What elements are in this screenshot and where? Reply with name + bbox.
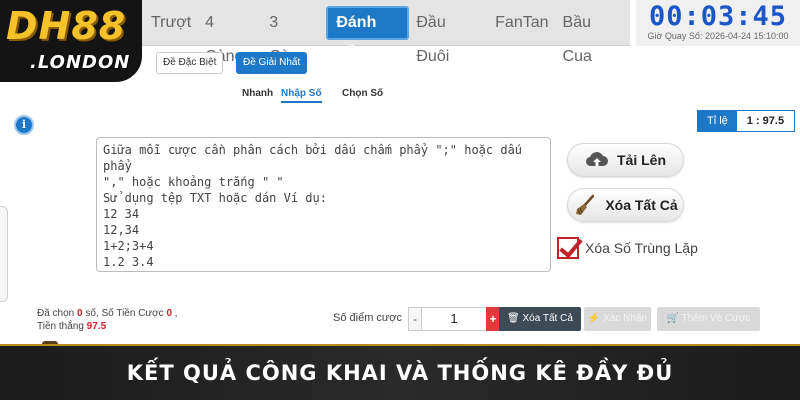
clear-all-label: Xóa Tất Cả bbox=[605, 197, 678, 213]
selected-prefix: Đã chọn bbox=[37, 308, 75, 319]
points-stepper: - 1 + bbox=[408, 307, 500, 331]
info-icon[interactable]: i bbox=[14, 115, 34, 135]
tab-4-cang[interactable]: 4 Càng bbox=[198, 6, 262, 65]
odds-value: 1 : 97.5 bbox=[736, 111, 795, 131]
odds-display: Tỉ lệ 1 : 97.5 bbox=[697, 110, 796, 132]
cloud-upload-icon bbox=[585, 149, 609, 171]
selected-count: 0 bbox=[77, 308, 83, 319]
decrement-button[interactable]: - bbox=[408, 307, 422, 331]
win-label: Tiền thắng bbox=[37, 321, 84, 332]
clear-all-button[interactable]: Xóa Tất Cả bbox=[567, 188, 684, 222]
tab-bau-cua[interactable]: Bầu Cua bbox=[556, 6, 630, 65]
bet-summary: Đã chọn 0 số, Số Tiền Cược 0 , Tiền thắn… bbox=[37, 307, 178, 333]
bolt-icon: ⚡ bbox=[587, 313, 601, 324]
tab-fantan[interactable]: FanTan bbox=[488, 6, 555, 40]
add-ticket-button[interactable]: 🛒 Thêm Vé Cược bbox=[657, 307, 760, 331]
countdown-timer: 00:03:45 bbox=[648, 1, 788, 32]
game-type-nav: Trượt 4 Càng 3 Càng Đánh Đề Đầu Đuôi Fan… bbox=[142, 0, 630, 65]
mode-tab-nhap-so[interactable]: Nhập Số bbox=[281, 88, 322, 103]
bet-amount-label: Số Tiền Cược bbox=[101, 308, 164, 319]
side-panel-handle[interactable] bbox=[0, 206, 8, 302]
tab-dau-duoi[interactable]: Đầu Đuôi bbox=[409, 6, 488, 65]
tab-truot[interactable]: Trượt bbox=[144, 6, 198, 40]
logo-domain: .LONDON bbox=[30, 52, 131, 73]
draw-time: Giờ Quay Số: 2026-04-24 15:10:00 bbox=[636, 31, 800, 41]
banner-title: KẾT QUẢ CÔNG KHAI VÀ THỐNG KÊ ĐẦY ĐỦ bbox=[126, 361, 674, 385]
confirm-label: Xác Nhận bbox=[603, 313, 648, 324]
selected-unit: số, bbox=[85, 308, 99, 319]
bet-amount: 0 bbox=[166, 308, 173, 319]
countdown-panel: 00:03:45 Giờ Quay Số: 2026-04-24 15:10:0… bbox=[636, 0, 800, 46]
tab-3-cang[interactable]: 3 Càng bbox=[262, 6, 326, 65]
tab-de-giai-nhat[interactable]: Đề Giải Nhất bbox=[236, 52, 308, 74]
brand-logo[interactable]: DH88 .LONDON bbox=[0, 0, 142, 82]
add-ticket-label: Thêm Vé Cược bbox=[681, 313, 751, 324]
win-amount: 97.5 bbox=[86, 321, 107, 332]
promo-banner: KẾT QUẢ CÔNG KHAI VÀ THỐNG KÊ ĐẦY ĐỦ bbox=[0, 344, 800, 400]
tab-de-dac-biet[interactable]: Đề Đặc Biệt bbox=[156, 52, 224, 74]
logo-wordmark: DH88 bbox=[6, 4, 127, 48]
draw-time-value: 2026-04-24 15:10:00 bbox=[704, 31, 789, 41]
broom-icon bbox=[573, 194, 597, 216]
bottom-clear-all-button[interactable]: 🗑 Xóa Tất Cả bbox=[499, 307, 581, 331]
bottom-clear-all-label: Xóa Tất Cả bbox=[522, 313, 573, 324]
dedupe-checkbox[interactable] bbox=[557, 237, 579, 259]
mode-tab-nhanh[interactable]: Nhanh bbox=[242, 88, 273, 101]
bet-amount-suffix: , bbox=[174, 308, 178, 319]
dedupe-option[interactable]: Xóa Số Trùng Lặp bbox=[557, 237, 698, 259]
cart-icon: 🛒 bbox=[666, 313, 679, 324]
points-input[interactable]: 1 bbox=[422, 307, 486, 331]
increment-button[interactable]: + bbox=[486, 307, 500, 331]
dedupe-label: Xóa Số Trùng Lặp bbox=[585, 240, 698, 256]
tab-danh-de[interactable]: Đánh Đề bbox=[326, 5, 410, 61]
points-label: Số điểm cược bbox=[333, 312, 402, 324]
upload-label: Tải Lên bbox=[616, 152, 666, 168]
number-entry-textarea[interactable]: Giữa mỗi cược cần phân cách bởi dấu chấm… bbox=[96, 137, 551, 272]
mode-tab-chon-so[interactable]: Chọn Số bbox=[342, 88, 383, 101]
confirm-button[interactable]: ⚡ Xác Nhận bbox=[584, 307, 651, 331]
upload-button[interactable]: Tải Lên bbox=[567, 143, 684, 177]
trash-icon: 🗑 bbox=[507, 313, 520, 324]
odds-label: Tỉ lệ bbox=[698, 111, 737, 131]
draw-time-label: Giờ Quay Số: bbox=[647, 31, 703, 41]
